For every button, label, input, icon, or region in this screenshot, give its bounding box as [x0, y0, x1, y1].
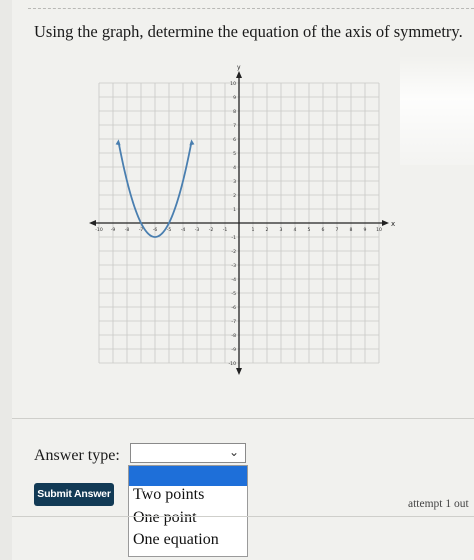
y-tick-label: 4: [233, 165, 236, 171]
y-tick-label: 10: [230, 81, 236, 87]
y-tick-label: -4: [231, 277, 236, 283]
highlighted-option[interactable]: [129, 466, 247, 486]
y-tick-label: -9: [231, 347, 236, 353]
y-axis-label: y: [237, 64, 241, 71]
x-tick-label: -4: [181, 227, 186, 233]
submit-answer-button[interactable]: Submit Answer: [34, 483, 114, 506]
y-tick-label: -5: [231, 291, 236, 297]
option-two-points[interactable]: Two points: [133, 486, 204, 504]
y-tick-label: -3: [231, 263, 236, 269]
y-tick-label: 8: [233, 109, 236, 115]
y-axis-arrow-down: [236, 368, 242, 375]
y-tick-label: -8: [231, 333, 236, 339]
x-tick-label: 8: [350, 227, 353, 233]
answer-type-select[interactable]: ⌄: [130, 443, 246, 463]
x-tick-label: 4: [294, 227, 297, 233]
y-tick-label: -10: [228, 361, 236, 367]
answer-type-label: Answer type:: [34, 447, 120, 464]
x-tick-label: -1: [223, 227, 228, 233]
x-axis-arrow-right: [382, 220, 389, 226]
y-tick-label: 5: [233, 151, 236, 157]
x-tick-label: -10: [95, 227, 103, 233]
chevron-down-icon[interactable]: ⌄: [229, 445, 239, 459]
attempt-counter: attempt 1 out: [408, 498, 469, 510]
x-tick-label: 3: [280, 227, 283, 233]
x-tick-label: 1: [252, 227, 255, 233]
x-tick-label: 10: [376, 227, 382, 233]
y-tick-label: 1: [233, 207, 236, 213]
question-text: Using the graph, determine the equation …: [34, 22, 463, 41]
y-tick-label: 6: [233, 137, 236, 143]
y-tick-label: -1: [231, 235, 236, 241]
screen-glare: [400, 55, 474, 165]
parabola-arrow: [115, 139, 121, 146]
y-tick-label: -6: [231, 305, 236, 311]
y-tick-label: -7: [231, 319, 236, 325]
x-tick-label: 7: [336, 227, 339, 233]
x-tick-label: 2: [266, 227, 269, 233]
x-tick-label: -8: [125, 227, 130, 233]
option-one-equation[interactable]: One equation: [133, 531, 219, 549]
y-axis-arrow-up: [236, 71, 242, 78]
x-axis-arrow-left: [89, 220, 96, 226]
x-tick-label: 9: [364, 227, 367, 233]
top-divider: [28, 8, 474, 9]
lower-divider: [12, 516, 474, 517]
x-tick-label: 6: [322, 227, 325, 233]
option-one-point[interactable]: One point: [133, 509, 197, 527]
x-tick-label: 5: [308, 227, 311, 233]
y-tick-label: 3: [233, 179, 236, 185]
y-tick-label: -2: [231, 249, 236, 255]
graph-svg: x y -10 -9 -8 -7 -6 -5 -4 -3 -2 -1 1 2 3 4 5 6 7 8 9 10 10 9 8 7 6…: [89, 64, 395, 375]
y-tick-label: 2: [233, 193, 236, 199]
section-divider: [12, 418, 474, 419]
x-tick-label: -2: [209, 227, 214, 233]
x-tick-label: -9: [111, 227, 116, 233]
y-tick-label: 7: [233, 123, 236, 129]
coordinate-graph: x y -10 -9 -8 -7 -6 -5 -4 -3 -2 -1 1 2 3 4 5 6 7 8 9 10 10 9 8 7 6…: [88, 62, 408, 392]
y-tick-label: 9: [233, 95, 236, 101]
x-axis-label: x: [391, 220, 395, 228]
parabola-arrow: [189, 139, 195, 146]
x-tick-label: -6: [153, 227, 158, 233]
x-tick-label: -7: [139, 227, 144, 233]
x-tick-label: -5: [167, 227, 172, 233]
answer-type-dropdown[interactable]: Two points One point One equation: [128, 465, 248, 557]
x-tick-label: -3: [195, 227, 200, 233]
